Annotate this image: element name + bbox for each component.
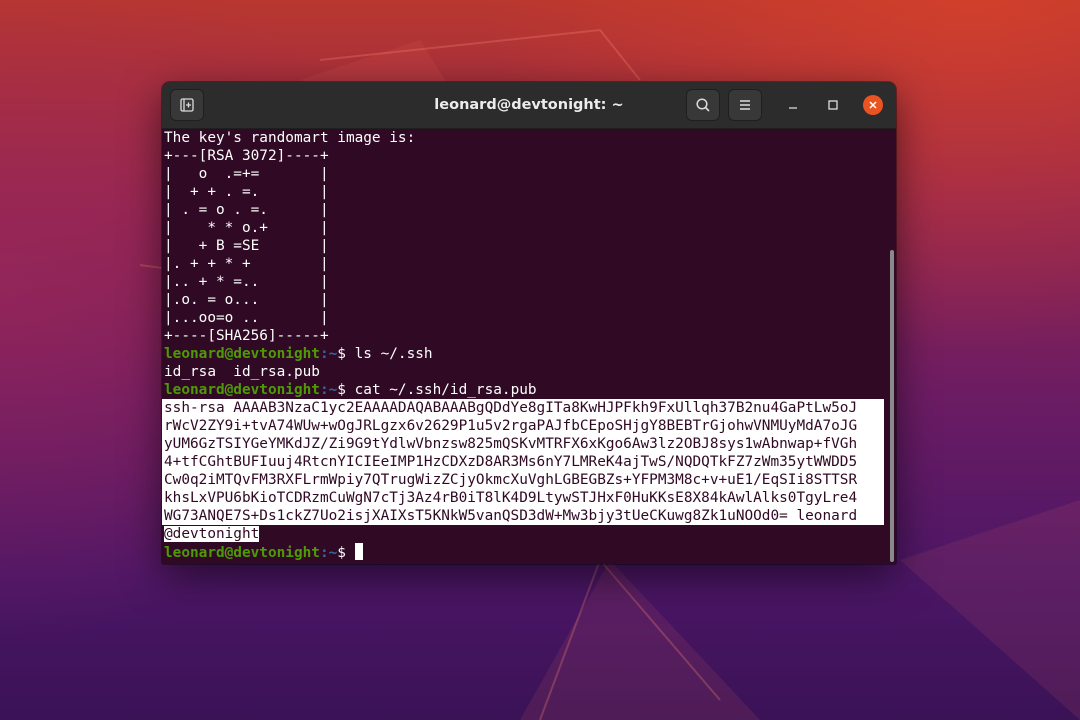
selected-pubkey-line[interactable]: khsLxVPU6bKioTCDRzmCuWgN7cTj3Az4rB0iT8lK… [162,489,884,507]
terminal-line: | * * o.+ | [164,220,329,236]
prompt-symbol: $ [337,545,346,561]
terminal-window[interactable]: leonard@devtonight: ~ The key's randomar… [162,82,896,564]
search-icon [696,98,710,112]
prompt-user-host: leonard@devtonight [164,346,320,362]
terminal-line: +----[SHA256]-----+ [164,328,329,344]
title-bar[interactable]: leonard@devtonight: ~ [162,82,896,129]
terminal-output[interactable]: The key's randomart image is: +---[RSA 3… [162,129,888,564]
close-button[interactable] [863,95,883,115]
prompt-symbol: $ [337,346,346,362]
selected-pubkey-line[interactable]: WG73ANQE7S+Ds1ckZ7Uo2isjXAIXsT5KNkW5vanQ… [162,507,884,525]
new-tab-icon [180,98,194,112]
hamburger-menu-icon [740,100,750,110]
command-output: id_rsa id_rsa.pub [164,364,320,380]
new-tab-button[interactable] [170,89,204,121]
selected-pubkey-line[interactable]: 4+tfCGhtBUFIuuj4RtcnYICIEeIMP1HzCDXzD8AR… [162,453,884,471]
terminal-line: |...oo=o .. | [164,310,329,326]
terminal-line: |. + + * + | [164,256,329,272]
search-button[interactable] [686,89,720,121]
terminal-line: | + B =SE | [164,238,329,254]
selected-pubkey-line[interactable]: ssh-rsa AAAAB3NzaC1yc2EAAAADAQABAAABgQDd… [162,399,884,417]
terminal-line: The key's randomart image is: [164,130,416,146]
command-text: ls ~/.ssh [345,346,433,362]
maximize-button[interactable] [823,95,843,115]
selected-pubkey-tail[interactable]: @devtonight [164,526,260,542]
selected-pubkey-line[interactable]: rWcV2ZY9i+tvA74WUw+wOgJRLgzx6v2629P1u5v2… [162,417,884,435]
scrollbar[interactable] [890,250,894,562]
prompt-symbol: $ [337,382,346,398]
terminal-line: |.o. = o... | [164,292,329,308]
terminal-line: +---[RSA 3072]----+ [164,148,329,164]
prompt-user-host: leonard@devtonight [164,382,320,398]
terminal-line: | . = o . =. | [164,202,329,218]
menu-button[interactable] [728,89,762,121]
prompt-path: :~ [319,382,338,398]
terminal-line: |.. + * =.. | [164,274,329,290]
terminal-line: | + + . =. | [164,184,329,200]
active-command-line[interactable]: leonard@devtonight:~$ [162,543,888,561]
prompt-user-host: leonard@devtonight [164,545,320,561]
minimize-button[interactable] [783,95,803,115]
minimize-icon [789,107,797,109]
command-line: leonard@devtonight:~$ ls ~/.ssh [162,345,888,363]
prompt-path: :~ [319,346,338,362]
command-line: leonard@devtonight:~$ cat ~/.ssh/id_rsa.… [162,381,888,399]
selected-pubkey-line[interactable]: yUM6GzTSIYGeYMKdJZ/Zi9G9tYdlwVbnzsw825mQ… [162,435,884,453]
prompt-path: :~ [319,545,338,561]
close-icon [869,101,877,109]
command-text: cat ~/.ssh/id_rsa.pub [345,382,537,398]
maximize-icon [828,100,838,110]
text-cursor [354,543,363,560]
pubkey-last-line: @devtonight [162,525,888,543]
terminal-line: | o .=+= | [164,166,329,182]
selected-pubkey-line[interactable]: Cw0q2iMTQvFM3RXFLrmWpiy7QTrugWizZCjyOkmc… [162,471,884,489]
